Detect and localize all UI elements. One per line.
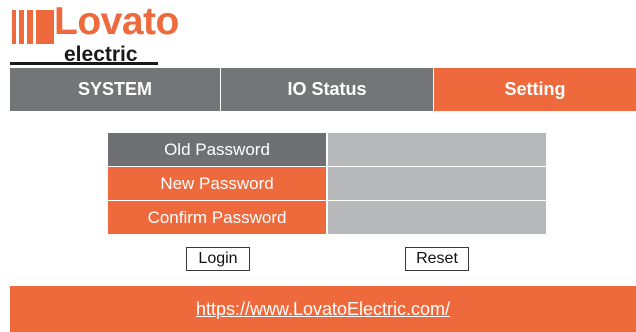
tab-io-status[interactable]: IO Status: [221, 68, 434, 111]
new-password-row: New Password: [108, 167, 546, 200]
old-password-input[interactable]: [328, 133, 546, 166]
password-form: Old Password New Password Confirm Passwo…: [108, 133, 546, 235]
login-button[interactable]: Login: [186, 247, 250, 271]
main-nav: SYSTEM IO Status Setting: [10, 68, 636, 111]
confirm-password-input[interactable]: [328, 201, 546, 234]
tab-system[interactable]: SYSTEM: [10, 68, 221, 111]
lovato-logo: Lovato electric: [10, 2, 179, 66]
footer-bar: https://www.LovatoElectric.com/: [10, 286, 636, 332]
confirm-password-label: Confirm Password: [108, 201, 326, 234]
page: Lovato electric SYSTEM IO Status Setting…: [0, 0, 636, 332]
new-password-input[interactable]: [328, 167, 546, 200]
tab-setting[interactable]: Setting: [434, 68, 636, 111]
old-password-row: Old Password: [108, 133, 546, 166]
website-link[interactable]: https://www.LovatoElectric.com/: [196, 299, 450, 320]
reset-button[interactable]: Reset: [405, 247, 469, 271]
logo-underline: [10, 62, 158, 65]
new-password-label: New Password: [108, 167, 326, 200]
confirm-password-row: Confirm Password: [108, 201, 546, 234]
old-password-label: Old Password: [108, 133, 326, 166]
logo-brand-text: Lovato: [54, 0, 179, 43]
logo-stripes-icon: [10, 10, 54, 44]
